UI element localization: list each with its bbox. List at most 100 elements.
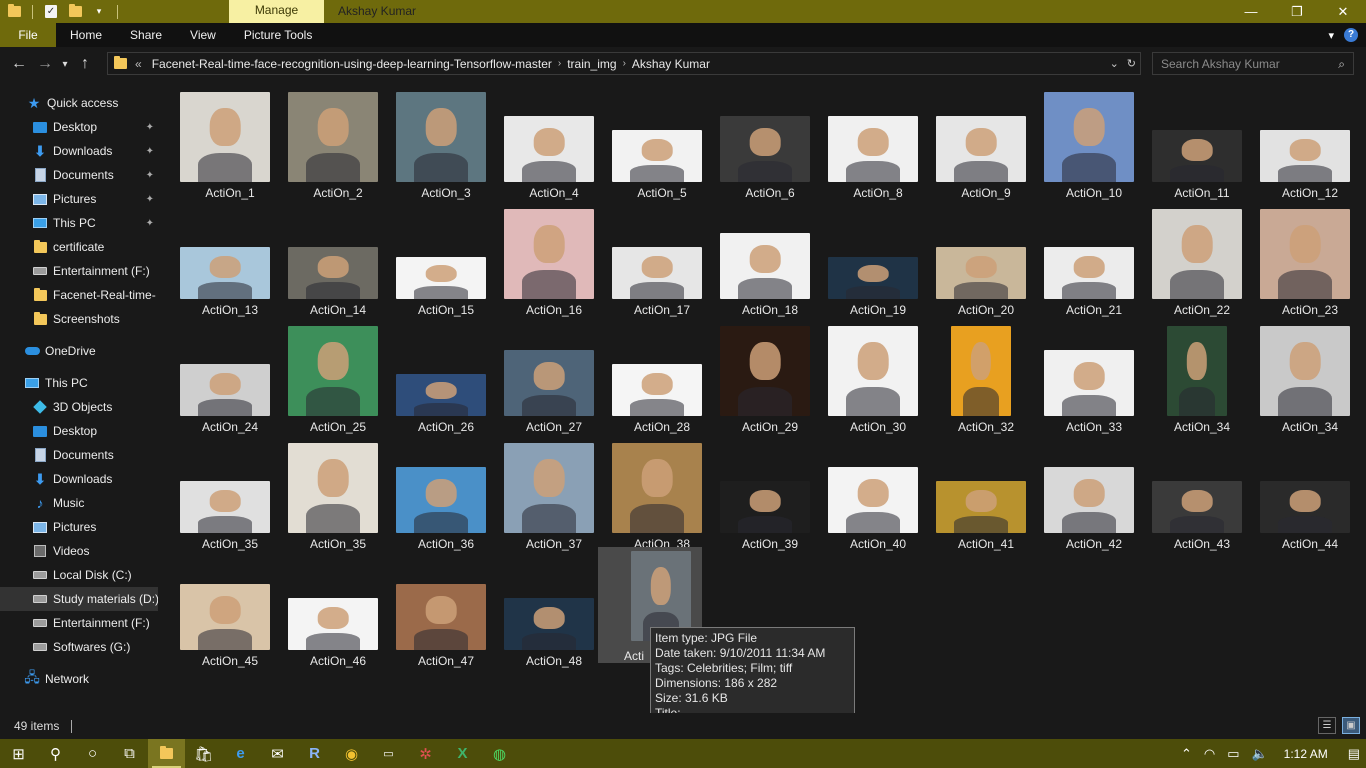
file-thumbnail-item[interactable]: ActiOn_44 [1246, 435, 1350, 551]
file-thumbnail-item[interactable]: ActiOn_1 [166, 84, 270, 200]
file-thumbnail-item[interactable]: ActiOn_14 [274, 201, 378, 317]
file-thumbnail-item[interactable]: ActiOn_46 [274, 552, 378, 668]
edge-icon[interactable]: e [222, 739, 259, 768]
file-thumbnail-item[interactable]: ActiOn_39 [706, 435, 810, 551]
show-hidden-icons-icon[interactable]: ⌃ [1181, 746, 1192, 762]
sidebar-onedrive[interactable]: OneDrive [0, 339, 158, 363]
file-thumbnail-item[interactable]: ActiOn_15 [382, 201, 486, 317]
breadcrumb-current-folder[interactable]: Akshay Kumar [626, 57, 716, 71]
sidebar-item-certificate[interactable]: certificate [0, 235, 158, 259]
breadcrumb-project-folder[interactable]: Facenet-Real-time-face-recognition-using… [146, 57, 558, 71]
store-icon[interactable]: 🛍 [185, 739, 222, 768]
file-thumbnail-item[interactable]: ActiOn_13 [166, 201, 270, 317]
address-dropdown-icon[interactable]: ⌄ [1110, 57, 1119, 70]
file-thumbnail-item[interactable]: ActiOn_28 [598, 318, 702, 434]
app-spider-icon[interactable]: ✲ [407, 739, 444, 768]
battery-icon[interactable]: ▭ [1227, 746, 1239, 762]
whatsapp-icon[interactable]: ◍ [481, 739, 518, 768]
address-bar[interactable]: « Facenet-Real-time-face-recognition-usi… [107, 52, 1141, 75]
app-r-icon[interactable]: R [296, 739, 333, 768]
pin-icon[interactable]: ✦ [146, 146, 154, 157]
sidebar-network[interactable]: 🖧 Network [0, 667, 158, 691]
restore-button[interactable]: ❐ [1274, 0, 1320, 23]
sidebar-item-screenshots[interactable]: Screenshots [0, 307, 158, 331]
file-thumbnail-item[interactable]: ActiOn_4 [490, 84, 594, 200]
refresh-icon[interactable]: ↻ [1127, 57, 1136, 70]
sidebar-quick-access[interactable]: ★ Quick access [0, 91, 158, 115]
excel-icon[interactable]: X [444, 739, 481, 768]
sidebar-item-music[interactable]: ♪ Music [0, 491, 158, 515]
large-icons-view-icon[interactable]: ▣ [1342, 717, 1360, 734]
file-thumbnail-item[interactable]: ActiOn_16 [490, 201, 594, 317]
sidebar-item-documents[interactable]: Documents [0, 443, 158, 467]
file-thumbnail-item[interactable]: ActiOn_11 [1138, 84, 1242, 200]
pin-icon[interactable]: ✦ [146, 170, 154, 181]
file-thumbnail-item[interactable]: ActiOn_40 [814, 435, 918, 551]
address-overflow[interactable]: « [135, 57, 146, 71]
sidebar-this-pc[interactable]: This PC [0, 371, 158, 395]
pin-icon[interactable]: ✦ [146, 194, 154, 205]
file-thumbnail-item[interactable]: ActiOn_6 [706, 84, 810, 200]
sidebar-item-local-disk-c[interactable]: Local Disk (C:) [0, 563, 158, 587]
sidebar-item-desktop[interactable]: Desktop ✦ [0, 115, 158, 139]
sidebar-item-3d-objects[interactable]: 3D Objects [0, 395, 158, 419]
file-thumbnail-item[interactable]: ActiOn_12 [1246, 84, 1350, 200]
file-thumbnail-item[interactable]: ActiOn_2 [274, 84, 378, 200]
file-thumbnail-item[interactable]: ActiOn_9 [922, 84, 1026, 200]
file-thumbnail-item[interactable]: ActiOn_33 [1030, 318, 1134, 434]
sidebar-item-videos[interactable]: Videos [0, 539, 158, 563]
sidebar-item-pictures[interactable]: Pictures [0, 515, 158, 539]
mail-icon[interactable]: ✉ [259, 739, 296, 768]
file-thumbnail-item[interactable]: ActiOn_21 [1030, 201, 1134, 317]
file-thumbnail-item[interactable]: ActiOn_30 [814, 318, 918, 434]
sidebar-item-desktop[interactable]: Desktop [0, 419, 158, 443]
file-thumbnail-item[interactable]: ActiOn_47 [382, 552, 486, 668]
file-thumbnail-item[interactable]: ActiOn_34 [1246, 318, 1350, 434]
manage-tab[interactable]: Manage [229, 0, 324, 23]
tab-file[interactable]: File [0, 23, 56, 47]
file-thumbnail-item[interactable]: ActiOn_35 [274, 435, 378, 551]
up-icon[interactable]: ↑ [72, 51, 98, 77]
file-thumbnail-item[interactable]: ActiOn_18 [706, 201, 810, 317]
cortana-icon[interactable]: ○ [74, 739, 111, 768]
sidebar-item-entertainment-f[interactable]: Entertainment (F:) [0, 259, 158, 283]
wifi-icon[interactable]: ◠ [1204, 746, 1215, 762]
recent-locations-icon[interactable]: ▾ [58, 51, 72, 77]
file-thumbnail-item[interactable]: ActiOn_17 [598, 201, 702, 317]
file-thumbnail-item[interactable]: ActiOn_36 [382, 435, 486, 551]
file-thumbnail-item[interactable]: ActiOn_27 [490, 318, 594, 434]
sidebar-item-downloads[interactable]: ⬇ Downloads ✦ [0, 139, 158, 163]
file-thumbnail-item[interactable]: ActiOn_5 [598, 84, 702, 200]
volume-icon[interactable]: 🔈 [1251, 746, 1267, 762]
tab-view[interactable]: View [176, 23, 230, 47]
expand-ribbon-icon[interactable]: ▾ [1328, 29, 1334, 42]
file-explorer-icon[interactable] [148, 739, 185, 768]
clock[interactable]: 1:12 AM [1284, 747, 1328, 761]
file-thumbnail-item[interactable]: ActiOn_35 [166, 435, 270, 551]
search-box[interactable]: ⌕ [1152, 52, 1354, 75]
sidebar-item-softwares-g[interactable]: Softwares (G:) [0, 635, 158, 659]
file-thumbnail-item[interactable]: ActiOn_10 [1030, 84, 1134, 200]
file-thumbnail-item[interactable]: ActiOn_34 [1138, 318, 1242, 434]
help-icon[interactable]: ? [1344, 28, 1358, 42]
file-thumbnail-item[interactable]: ActiOn_42 [1030, 435, 1134, 551]
sidebar-item-study-materials-d[interactable]: Study materials (D:) [0, 587, 158, 611]
file-thumbnail-item[interactable]: ActiOn_8 [814, 84, 918, 200]
notifications-icon[interactable]: ▤ [1348, 746, 1360, 762]
file-thumbnail-item[interactable]: ActiOn_24 [166, 318, 270, 434]
new-folder-icon[interactable] [67, 4, 83, 20]
tab-share[interactable]: Share [116, 23, 176, 47]
file-thumbnail-item[interactable]: ActiOn_37 [490, 435, 594, 551]
file-thumbnail-item[interactable]: ActiOn_43 [1138, 435, 1242, 551]
file-thumbnail-item[interactable]: ActiOn_45 [166, 552, 270, 668]
sidebar-item-this-pc[interactable]: This PC ✦ [0, 211, 158, 235]
details-view-icon[interactable]: ☰ [1318, 717, 1336, 734]
sidebar-item-documents[interactable]: Documents ✦ [0, 163, 158, 187]
properties-icon[interactable]: ✓ [43, 4, 59, 20]
tab-home[interactable]: Home [56, 23, 116, 47]
search-icon[interactable]: ⚲ [37, 739, 74, 768]
sidebar-item-facenet-real-time[interactable]: Facenet-Real-time- [0, 283, 158, 307]
cmd-icon[interactable]: ▭ [370, 739, 407, 768]
file-thumbnail-item[interactable]: ActiOn_3 [382, 84, 486, 200]
file-thumbnail-item[interactable]: ActiOn_41 [922, 435, 1026, 551]
